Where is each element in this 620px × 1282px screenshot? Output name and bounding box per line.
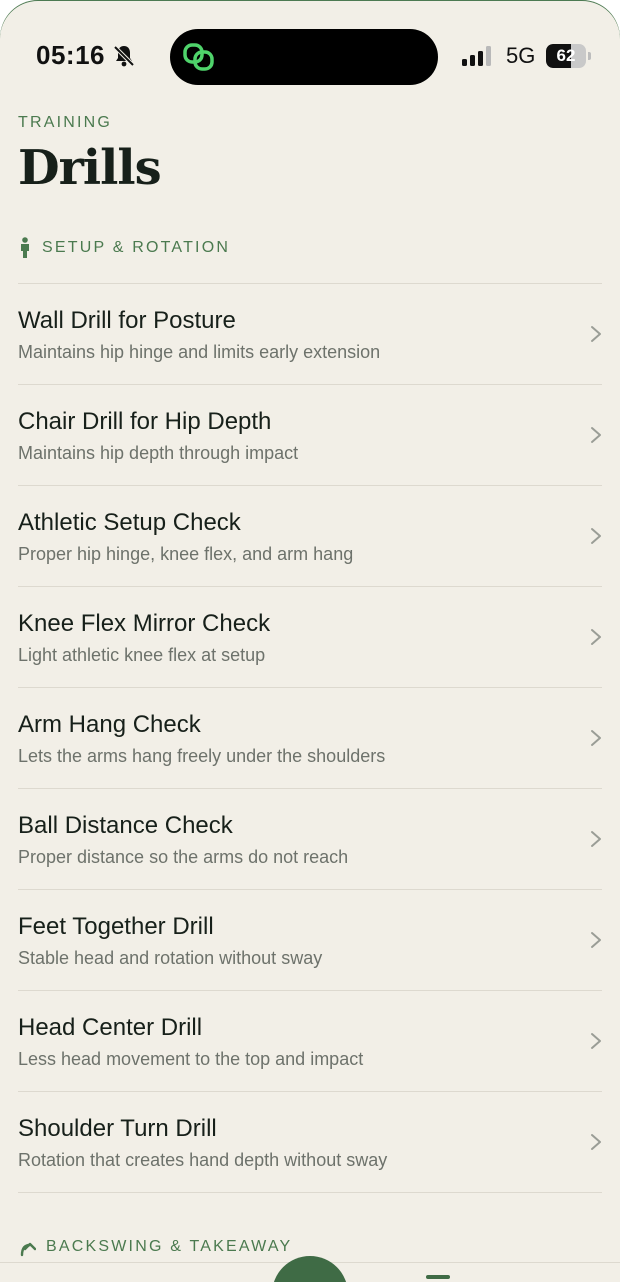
drill-item-arm-hang[interactable]: Arm Hang Check Lets the arms hang freely…: [18, 688, 602, 789]
linked-rings-icon: [183, 43, 214, 71]
chevron-right-icon: [591, 427, 601, 443]
tab-active-indicator: [426, 1275, 450, 1279]
status-bar: 05:16 5G 62: [0, 0, 620, 110]
drill-title: Feet Together Drill: [18, 913, 214, 940]
drill-subtitle: Lets the arms hang freely under the shou…: [18, 746, 386, 766]
chevron-right-icon: [591, 932, 601, 948]
drill-title: Shoulder Turn Drill: [18, 1115, 217, 1142]
section-header-backswing-takeaway: BACKSWING & TAKEAWAY: [18, 1237, 292, 1257]
drill-item-shoulder-turn[interactable]: Shoulder Turn Drill Rotation that create…: [18, 1092, 602, 1193]
drill-subtitle: Proper distance so the arms do not reach: [18, 847, 349, 867]
chevron-right-icon: [591, 629, 601, 645]
drill-item-ball-distance[interactable]: Ball Distance Check Proper distance so t…: [18, 789, 602, 890]
drill-title: Ball Distance Check: [18, 812, 233, 839]
battery-icon: 62: [546, 44, 592, 68]
drill-subtitle: Stable head and rotation without sway: [18, 948, 323, 968]
drill-subtitle: Maintains hip hinge and limits early ext…: [18, 342, 381, 362]
battery-percent: 62: [556, 46, 576, 65]
chevron-right-icon: [591, 528, 601, 544]
drill-title: Knee Flex Mirror Check: [18, 610, 271, 637]
section-label: SETUP & ROTATION: [42, 239, 231, 256]
battery-body: 62: [546, 44, 586, 68]
chevron-right-icon: [591, 1033, 601, 1049]
network-type: 5G: [506, 43, 536, 68]
section-label: BACKSWING & TAKEAWAY: [46, 1238, 293, 1255]
drill-item-head-center[interactable]: Head Center Drill Less head movement to …: [18, 991, 602, 1092]
app-screen: 05:16 5G 62 TRAINING Drills SETUP & ROTA…: [0, 0, 620, 1282]
drill-subtitle: Light athletic knee flex at setup: [18, 645, 266, 665]
drill-item-athletic-setup[interactable]: Athletic Setup Check Proper hip hinge, k…: [18, 486, 602, 587]
drill-title: Wall Drill for Posture: [18, 307, 236, 334]
floating-action-button[interactable]: [272, 1256, 348, 1282]
section-header-setup-rotation: SETUP & ROTATION: [18, 237, 230, 259]
chevron-right-icon: [591, 326, 601, 342]
drill-subtitle: Proper hip hinge, knee flex, and arm han…: [18, 544, 354, 564]
drill-item-wall-drill[interactable]: Wall Drill for Posture Maintains hip hin…: [18, 284, 602, 385]
cellular-signal-icon: [462, 46, 491, 66]
curved-arrow-up-icon: [20, 1242, 36, 1257]
drill-title: Arm Hang Check: [18, 711, 201, 738]
chevron-right-icon: [591, 730, 601, 746]
drill-title: Athletic Setup Check: [18, 509, 241, 536]
battery-cap: [588, 52, 591, 60]
drill-item-chair-drill[interactable]: Chair Drill for Hip Depth Maintains hip …: [18, 385, 602, 486]
drill-list: Wall Drill for Posture Maintains hip hin…: [18, 283, 602, 1193]
drill-item-feet-together[interactable]: Feet Together Drill Stable head and rota…: [18, 890, 602, 991]
drill-item-knee-flex[interactable]: Knee Flex Mirror Check Light athletic kn…: [18, 587, 602, 688]
drill-subtitle: Maintains hip depth through impact: [18, 443, 299, 463]
page-eyebrow: TRAINING: [18, 114, 113, 131]
dynamic-island[interactable]: [170, 29, 438, 85]
bell-slash-icon: [113, 45, 135, 67]
drill-subtitle: Less head movement to the top and impact: [18, 1049, 364, 1069]
drill-title: Chair Drill for Hip Depth: [18, 408, 272, 435]
page-title: Drills: [18, 140, 162, 196]
drill-title: Head Center Drill: [18, 1014, 203, 1041]
chevron-right-icon: [591, 1134, 601, 1150]
status-time: 05:16: [36, 40, 105, 70]
drill-subtitle: Rotation that creates hand depth without…: [18, 1150, 388, 1170]
standing-person-icon: [21, 237, 29, 258]
chevron-right-icon: [591, 831, 601, 847]
